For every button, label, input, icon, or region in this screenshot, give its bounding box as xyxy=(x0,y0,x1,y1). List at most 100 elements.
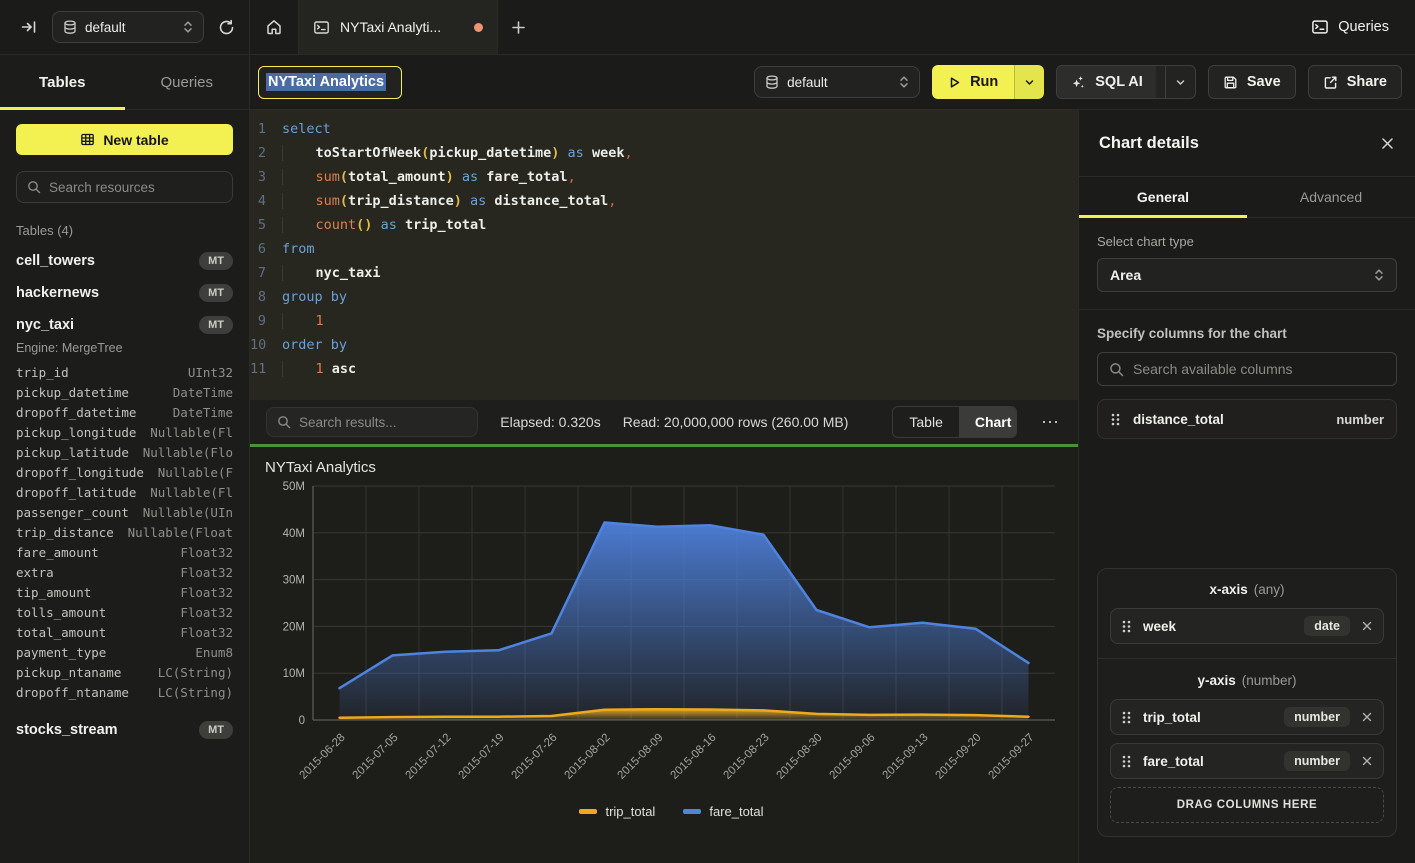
line-number: 8 xyxy=(250,285,282,309)
table-engine-badge: MT xyxy=(199,316,233,334)
table-item-nyc_taxi[interactable]: nyc_taxi MT xyxy=(16,316,233,334)
code-line: 2 toStartOfWeek(pickup_datetime) as week… xyxy=(250,141,1078,165)
drop-zone[interactable]: DRAG COLUMNS HERE xyxy=(1110,787,1384,823)
share-button-label: Share xyxy=(1347,74,1387,90)
updown-chevron-icon xyxy=(183,20,193,34)
play-icon xyxy=(948,76,961,89)
code-line: 10order by xyxy=(250,333,1078,357)
line-number: 9 xyxy=(250,309,282,333)
tab-home[interactable] xyxy=(250,0,298,54)
sparkles-icon xyxy=(1070,74,1086,90)
chart-details-panel: Chart details General Advanced Select ch… xyxy=(1078,110,1415,863)
legend-item-fare_total[interactable]: fare_total xyxy=(683,804,763,819)
updown-chevron-icon xyxy=(1374,268,1384,282)
column-row: pickup_longitudeNullable(Fl xyxy=(16,423,233,443)
share-button[interactable]: Share xyxy=(1308,65,1402,99)
panel-tab-general[interactable]: General xyxy=(1079,177,1247,217)
column-row: total_amountFloat32 xyxy=(16,623,233,643)
table-grid-icon xyxy=(80,132,95,147)
more-options-button[interactable]: ⋯ xyxy=(1039,412,1062,433)
search-resources-input[interactable]: Search resources xyxy=(16,171,233,203)
sql-ai-caret[interactable] xyxy=(1165,66,1195,98)
line-number: 3 xyxy=(250,165,282,189)
svg-text:2015-07-12: 2015-07-12 xyxy=(404,732,454,782)
column-row: extraFloat32 xyxy=(16,563,233,583)
grip-icon xyxy=(1110,412,1121,427)
tab-strip: NYTaxi Analyti... xyxy=(250,0,1311,54)
y-axis-items: trip_totalnumber fare_totalnumber xyxy=(1110,699,1384,779)
code-line: 3 sum(total_amount) as fare_total, xyxy=(250,165,1078,189)
table-item-hackernews[interactable]: hackernewsMT xyxy=(16,284,233,302)
run-button[interactable]: Run xyxy=(932,65,1044,99)
close-icon[interactable] xyxy=(1380,136,1395,151)
view-toggle-table[interactable]: Table xyxy=(893,407,958,437)
tab-query-nytaxi[interactable]: NYTaxi Analyti... xyxy=(298,0,498,54)
line-number: 7 xyxy=(250,261,282,285)
sidebar-tab-queries[interactable]: Queries xyxy=(125,55,250,109)
column-row: pickup_datetimeDateTime xyxy=(16,383,233,403)
query-title-input[interactable]: NYTaxi Analytics xyxy=(258,66,402,99)
legend-label: fare_total xyxy=(709,804,763,819)
queries-button[interactable]: Queries xyxy=(1311,18,1389,36)
legend-item-trip_total[interactable]: trip_total xyxy=(579,804,655,819)
save-icon xyxy=(1223,75,1238,90)
table-engine-badge: MT xyxy=(199,721,233,739)
column-row: dropoff_latitudeNullable(Fl xyxy=(16,483,233,503)
refresh-icon[interactable] xyxy=(218,19,235,36)
search-resources-placeholder: Search resources xyxy=(49,180,155,195)
home-icon xyxy=(265,18,283,36)
sidebar: Tables Queries New table Search resource… xyxy=(0,55,250,863)
table-item-stocks_stream[interactable]: stocks_streamMT xyxy=(16,721,233,739)
axis-column-trip_total[interactable]: trip_totalnumber xyxy=(1110,699,1384,735)
column-row: pickup_latitudeNullable(Flo xyxy=(16,443,233,463)
search-columns-input[interactable]: Search available columns xyxy=(1097,352,1397,386)
svg-text:20M: 20M xyxy=(283,621,305,633)
chart-title: NYTaxi Analytics xyxy=(265,459,1078,476)
remove-column-icon[interactable] xyxy=(1361,755,1373,767)
panel-tab-advanced[interactable]: Advanced xyxy=(1247,177,1415,217)
chart-type-label: Select chart type xyxy=(1097,234,1397,249)
table-item-cell_towers[interactable]: cell_towersMT xyxy=(16,252,233,270)
new-table-button[interactable]: New table xyxy=(16,124,233,155)
tables-list: cell_towersMThackernewsMTnyc_taxiMTEngin… xyxy=(16,252,233,739)
chart-type-select[interactable]: Area xyxy=(1097,258,1397,292)
updown-chevron-icon xyxy=(899,75,909,89)
sql-ai-label: SQL AI xyxy=(1095,74,1143,90)
svg-text:2015-08-30: 2015-08-30 xyxy=(775,732,825,782)
remove-column-icon[interactable] xyxy=(1361,620,1373,632)
line-number: 10 xyxy=(250,333,282,357)
run-database-selector[interactable]: default xyxy=(754,66,920,98)
save-button[interactable]: Save xyxy=(1208,65,1296,99)
available-columns-list: distance_totalnumber xyxy=(1097,399,1397,439)
view-toggle: Table Chart xyxy=(892,406,1017,438)
terminal-icon xyxy=(1311,18,1329,36)
line-number: 11 xyxy=(250,357,282,381)
sidebar-tab-tables[interactable]: Tables xyxy=(0,55,125,109)
new-tab-button[interactable] xyxy=(498,0,538,54)
line-number: 1 xyxy=(250,117,282,141)
column-type-badge: date xyxy=(1304,616,1350,636)
remove-column-icon[interactable] xyxy=(1361,711,1373,723)
database-selector[interactable]: default xyxy=(52,11,204,43)
code-line: 7 nyc_taxi xyxy=(250,261,1078,285)
sql-editor[interactable]: 1select2 toStartOfWeek(pickup_datetime) … xyxy=(250,110,1078,400)
chart-panel: NYTaxi Analytics 010M20M30M40M50M2015-06… xyxy=(250,447,1078,863)
search-results-input[interactable]: Search results... xyxy=(266,407,478,437)
search-icon xyxy=(277,415,291,429)
run-options-caret[interactable] xyxy=(1014,65,1044,99)
view-toggle-chart[interactable]: Chart xyxy=(959,407,1017,437)
sql-ai-button[interactable]: SQL AI xyxy=(1056,65,1196,99)
axis-column-week[interactable]: weekdate xyxy=(1110,608,1384,644)
query-toolbar: NYTaxi Analytics default xyxy=(250,55,1415,110)
available-column-distance_total[interactable]: distance_totalnumber xyxy=(1097,399,1397,439)
table-name: nyc_taxi xyxy=(16,317,74,333)
read-stat: Read: 20,000,000 rows (260.00 MB) xyxy=(623,414,849,430)
area-chart[interactable]: 010M20M30M40M50M2015-06-282015-07-052015… xyxy=(265,480,1065,802)
svg-text:2015-09-13: 2015-09-13 xyxy=(881,732,931,782)
table-engine-badge: MT xyxy=(199,252,233,270)
axis-column-fare_total[interactable]: fare_totalnumber xyxy=(1110,743,1384,779)
new-table-label: New table xyxy=(103,132,168,148)
svg-text:2015-06-28: 2015-06-28 xyxy=(298,732,348,782)
collapse-sidebar-icon[interactable] xyxy=(20,18,38,36)
line-number: 4 xyxy=(250,189,282,213)
